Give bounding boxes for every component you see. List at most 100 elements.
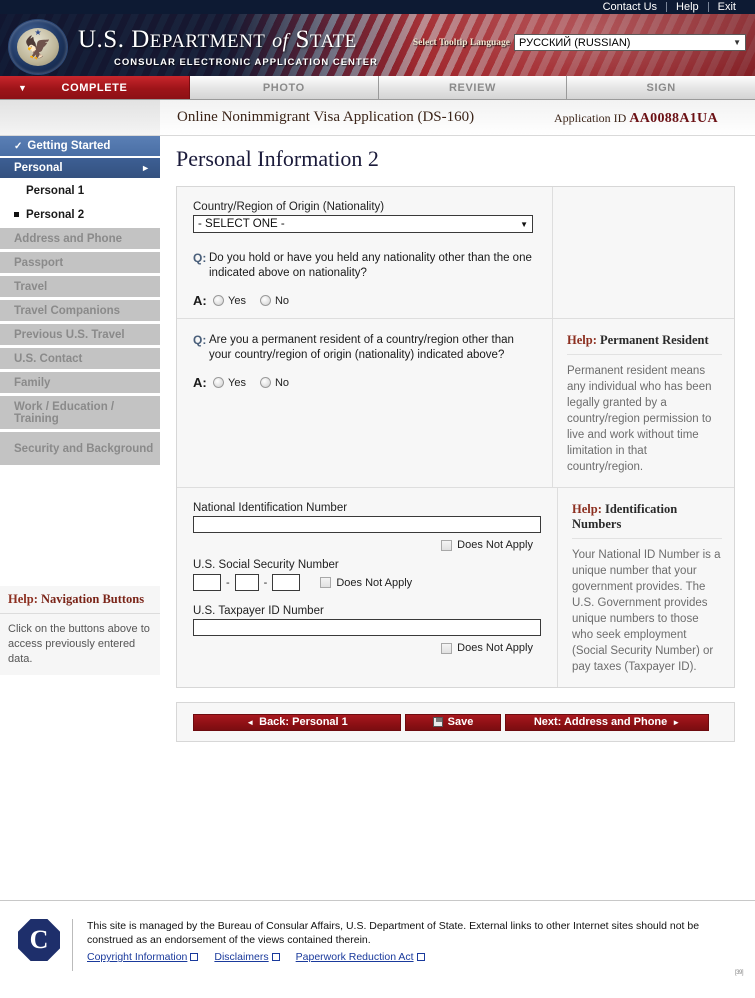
sidebar-item-security-and-background[interactable]: Security and Background [0, 432, 160, 466]
exit-link[interactable]: Exit [709, 0, 745, 14]
sidebar-item-personal-2[interactable]: Personal 2 [0, 204, 160, 226]
tab-photo[interactable]: PHOTO [190, 76, 379, 99]
next-button-label: Next: Address and Phone [533, 716, 668, 728]
header-spacer [0, 100, 160, 135]
sidebar-item-travel[interactable]: Travel [0, 276, 160, 298]
sidebar-item-label: Previous U.S. Travel [14, 328, 125, 341]
tab-complete[interactable]: ▼ COMPLETE [0, 76, 190, 99]
help-column-empty [552, 187, 734, 318]
footer-links: Copyright Information Disclaimers Paperw… [87, 951, 727, 963]
checkbox-icon[interactable] [441, 539, 453, 551]
sidebar-item-label: Personal [14, 162, 63, 174]
chevron-down-icon: ▼ [520, 219, 528, 229]
ssn-part2-input[interactable] [234, 574, 259, 591]
sidebar-item-address-and-phone[interactable]: Address and Phone [0, 228, 160, 250]
triangle-right-icon: ► [672, 717, 681, 727]
ssn-part1-input[interactable] [193, 574, 221, 591]
radio-icon[interactable] [213, 377, 224, 388]
ssn-dash: - [263, 576, 268, 589]
help-link[interactable]: Help [667, 0, 708, 14]
disclaimers-link[interactable]: Disclaimers [214, 951, 280, 963]
footer-text: This site is managed by the Bureau of Co… [87, 920, 700, 946]
save-button-label: Save [447, 716, 474, 728]
sidebar-help-panel: Help: Navigation Buttons Click on the bu… [0, 586, 160, 675]
ssn-does-not-apply-label: Does Not Apply [336, 576, 413, 589]
checkbox-icon[interactable] [320, 577, 332, 588]
sidebar-item-us-contact[interactable]: U.S. Contact [0, 348, 160, 370]
save-button[interactable]: Save [405, 713, 501, 731]
ssn-dash: - [226, 576, 230, 589]
sidebar-item-travel-companions[interactable]: Travel Companions [0, 300, 160, 322]
sidebar-help-body: Click on the buttons above to access pre… [0, 614, 160, 675]
copyright-information-link[interactable]: Copyright Information [87, 951, 199, 963]
next-button[interactable]: Next: Address and Phone ► [505, 713, 709, 731]
answer-marker: A: [193, 375, 207, 390]
application-header: Online Nonimmigrant Visa Application (DS… [0, 100, 755, 136]
sidebar-item-label: Getting Started [27, 140, 111, 152]
ssn-part3-input[interactable] [272, 574, 301, 591]
question-permanent-resident: Q: Are you a permanent resident of a cou… [193, 333, 536, 390]
radio-icon[interactable] [259, 377, 271, 388]
checkbox-icon[interactable] [441, 642, 453, 654]
sidebar-item-family[interactable]: Family [0, 372, 160, 394]
taxpayer-id-does-not-apply[interactable]: Does Not Apply [193, 642, 541, 654]
paperwork-reduction-act-link[interactable]: Paperwork Reduction Act [296, 951, 425, 963]
help-body: Permanent resident means any individual … [567, 365, 712, 473]
radio-other-nationality-no[interactable]: No [259, 295, 289, 307]
national-id-does-not-apply[interactable]: Does Not Apply [193, 539, 541, 551]
contact-us-link[interactable]: Contact Us [594, 0, 666, 14]
brand-wordmark: U.S. DEPARTMENT of STATE CONSULAR ELECTR… [78, 26, 378, 68]
checkbox-label: Does Not Apply [457, 539, 533, 551]
save-disk-icon [432, 717, 443, 727]
help-identification-numbers: Help: Identification Numbers Your Nation… [557, 488, 734, 687]
national-id-input[interactable] [193, 516, 541, 533]
tab-sign-label: SIGN [646, 81, 676, 94]
radio-permanent-resident-no[interactable]: No [259, 377, 289, 389]
footer-version-tag: [39] [734, 970, 744, 976]
nationality-label: Country/Region of Origin (Nationality) [193, 201, 385, 213]
sidebar-item-personal[interactable]: Personal ► [0, 158, 160, 178]
tooltip-language-selector[interactable]: Select Tooltip Language РУССКИЙ (RUSSIAN… [413, 34, 746, 51]
sidebar-item-passport[interactable]: Passport [0, 252, 160, 274]
site-banner: 🦅 ★ U.S. DEPARTMENT of STATE CONSULAR EL… [0, 14, 755, 76]
taxpayer-id-input[interactable] [193, 619, 541, 636]
identification-fields: National Identification Number Does Not … [177, 488, 557, 687]
sidebar-item-label: Personal 1 [26, 185, 85, 197]
sidebar-item-work-education-training[interactable]: Work / Education / Training [0, 396, 160, 430]
sidebar-item-label: Travel Companions [14, 304, 121, 317]
chevron-down-icon: ▼ [733, 38, 741, 47]
ssn-label: U.S. Social Security Number [193, 559, 339, 571]
permanent-resident-section: Q: Are you a permanent resident of a cou… [177, 319, 734, 487]
radio-icon[interactable] [213, 295, 224, 306]
tooltip-language-select[interactable]: РУССКИЙ (RUSSIAN) ▼ [514, 34, 746, 51]
ds160-page: Contact Us Help Exit 🦅 ★ U.S. DEPARTMENT… [0, 0, 755, 998]
external-link-icon [190, 953, 199, 961]
consular-affairs-logo-icon: C [18, 919, 60, 961]
question-marker: Q: [193, 251, 207, 265]
nationality-value: - SELECT ONE - [198, 218, 285, 230]
answer-marker: A: [193, 293, 207, 308]
sidebar-item-previous-us-travel[interactable]: Previous U.S. Travel [0, 324, 160, 346]
help-title: Help: Identification Numbers [572, 502, 722, 539]
question-line: Q: Are you a permanent resident of a cou… [193, 333, 536, 363]
radio-permanent-resident-yes[interactable]: Yes [213, 377, 246, 389]
active-bullet-icon [14, 212, 19, 217]
form-title: Online Nonimmigrant Visa Application (DS… [177, 109, 475, 125]
question-text: Are you a permanent resident of a countr… [209, 334, 514, 361]
radio-other-nationality-yes[interactable]: Yes [213, 295, 246, 307]
tab-review[interactable]: REVIEW [378, 76, 568, 99]
checkbox-label: Does Not Apply [457, 642, 533, 654]
back-button[interactable]: ◄ Back: Personal 1 [193, 713, 401, 731]
tab-sign[interactable]: SIGN [567, 76, 755, 99]
triangle-down-icon: ▼ [18, 82, 28, 93]
tooltip-language-value: РУССКИЙ (RUSSIAN) [519, 36, 631, 49]
question-marker: Q: [193, 333, 207, 347]
help-prefix: Help: [567, 333, 600, 347]
sidebar-item-getting-started[interactable]: ✓ Getting Started [0, 136, 160, 156]
sidebar-item-personal-1[interactable]: Personal 1 [0, 180, 160, 202]
radio-icon[interactable] [259, 295, 271, 306]
nationality-section: Country/Region of Origin (Nationality) -… [177, 187, 734, 318]
nationality-select[interactable]: - SELECT ONE - ▼ [193, 215, 533, 233]
answer-line: A: Yes No [193, 293, 536, 308]
application-id: Application ID AA0088A1UA [554, 111, 718, 127]
